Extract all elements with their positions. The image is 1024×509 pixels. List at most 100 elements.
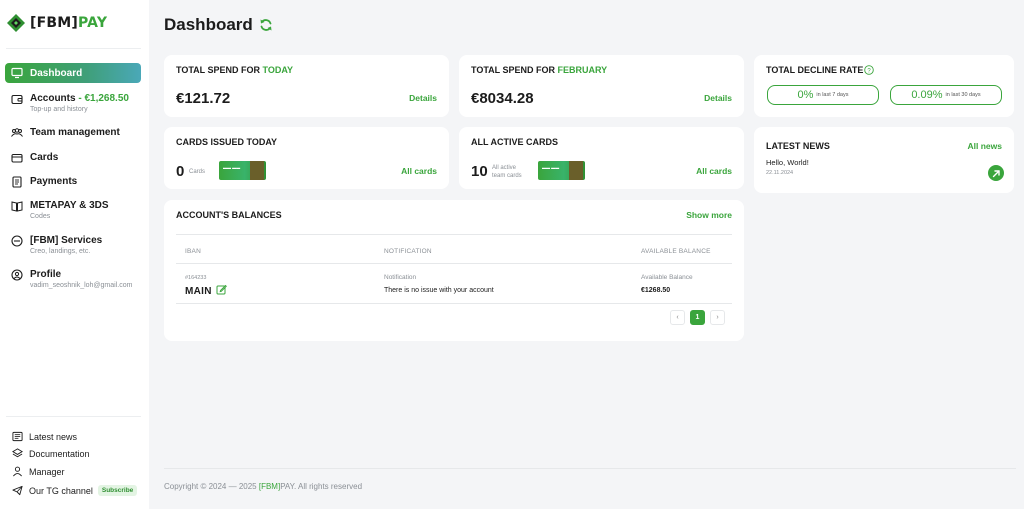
active-cards-count: 10 bbox=[471, 163, 488, 180]
page-title: Dashboard bbox=[164, 15, 253, 34]
spend-today-amount: €121.72 bbox=[176, 90, 231, 107]
spend-today-card: TOTAL SPEND FOR TODAY €121.72 Details bbox=[164, 55, 449, 117]
sidebar-link-documentation[interactable]: Documentation bbox=[12, 448, 90, 459]
sidebar-item-label: Cards bbox=[30, 152, 59, 163]
decline-rate-30d: 0.09% in last 30 days bbox=[890, 85, 1002, 105]
notification-label: Notification bbox=[384, 274, 417, 281]
subscribe-badge[interactable]: Subscribe bbox=[97, 485, 138, 496]
sidebar-item-profile[interactable]: Profile vadim_seoshnik_loh@gmail.com bbox=[5, 268, 141, 290]
pager-page-1[interactable]: 1 bbox=[690, 310, 705, 325]
sidebar-item-payments[interactable]: Payments bbox=[5, 175, 141, 188]
decline-rate-7d: 0% in last 7 days bbox=[767, 85, 879, 105]
show-more-link[interactable]: Show more bbox=[686, 210, 732, 220]
sidebar-link-manager[interactable]: Manager bbox=[12, 466, 65, 477]
layers-icon bbox=[12, 448, 23, 458]
book-icon bbox=[11, 201, 23, 212]
period-label: FEBRUARY bbox=[557, 65, 608, 75]
footer-divider bbox=[164, 468, 1016, 469]
monitor-icon bbox=[11, 67, 23, 79]
services-circle-icon bbox=[11, 235, 23, 247]
details-link[interactable]: Details bbox=[704, 93, 732, 103]
period-label: TODAY bbox=[262, 65, 294, 75]
available-balance: €1268.50 bbox=[641, 287, 671, 294]
open-news-button[interactable] bbox=[988, 165, 1004, 181]
sidebar-item-label: Profile bbox=[30, 269, 62, 280]
sidebar-item-accounts[interactable]: Accounts - €1,268.50 Top-up and history bbox=[5, 92, 141, 114]
sidebar-item-dashboard[interactable]: Dashboard bbox=[5, 63, 141, 83]
sidebar-item-sublabel: Codes bbox=[30, 213, 51, 220]
edit-icon[interactable] bbox=[216, 284, 227, 295]
card-title: ACCOUNT'S BALANCES bbox=[176, 210, 282, 220]
sidebar-item-team-management[interactable]: Team management bbox=[5, 126, 141, 139]
footer-copyright: Copyright © 2024 — 2025 [FBM]PAY. All ri… bbox=[164, 482, 363, 491]
refresh-icon[interactable] bbox=[259, 18, 273, 32]
all-news-link[interactable]: All news bbox=[968, 141, 1002, 151]
sidebar-link-latest-news[interactable]: Latest news bbox=[12, 431, 77, 442]
news-item-title[interactable]: Hello, World! bbox=[766, 158, 809, 167]
column-header-balance: AVAILABLE BALANCE bbox=[641, 248, 711, 255]
sidebar-item-fbm-services[interactable]: [FBM] Services Creo, landings, etc. bbox=[5, 234, 141, 256]
card-title: CARDS ISSUED TODAY bbox=[176, 137, 278, 147]
sidebar-link-tg-channel[interactable]: Our TG channel Subscribe bbox=[12, 485, 138, 496]
card-brand-mark: ▬▬ ▬▬ bbox=[542, 165, 560, 170]
sidebar-item-sublabel: Top-up and history bbox=[30, 106, 88, 113]
newspaper-icon bbox=[12, 431, 23, 442]
card-title: LATEST NEWS bbox=[766, 141, 830, 151]
decline-rate-title: TOTAL DECLINE RATE bbox=[766, 65, 864, 75]
iban-id: #164233 bbox=[185, 275, 207, 281]
balance-label: Available Balance bbox=[641, 274, 693, 281]
card-brand-mark: ▬▬ ▬▬ bbox=[223, 165, 241, 170]
card-thumbnail: ▬▬ ▬▬ bbox=[538, 161, 585, 180]
spend-month-card: TOTAL SPEND FOR FEBRUARY €8034.28 Detail… bbox=[459, 55, 744, 117]
table-divider bbox=[176, 234, 732, 235]
account-balances-card: ACCOUNT'S BALANCES Show more IBAN NOTIFI… bbox=[164, 200, 744, 341]
table-divider bbox=[176, 303, 732, 304]
sidebar-divider bbox=[6, 416, 141, 417]
column-header-iban: IBAN bbox=[185, 248, 201, 255]
pager-next-button[interactable]: › bbox=[710, 310, 725, 325]
table-divider bbox=[176, 263, 732, 264]
latest-news-card: LATEST NEWS All news Hello, World! 22.11… bbox=[754, 127, 1014, 193]
sidebar-item-label: Accounts bbox=[30, 93, 76, 104]
decline-rate-card: TOTAL DECLINE RATE ? 0% in last 7 days 0.… bbox=[754, 55, 1014, 117]
wallet-icon bbox=[11, 94, 23, 105]
details-link[interactable]: Details bbox=[409, 93, 437, 103]
brand-name: [FBM]PAY bbox=[30, 15, 108, 31]
card-thumbnail: ▬▬ ▬▬ bbox=[219, 161, 266, 180]
column-header-notification: NOTIFICATION bbox=[384, 248, 432, 255]
account-name: MAIN bbox=[185, 286, 212, 297]
cards-issued-count: 0 bbox=[176, 163, 185, 180]
sidebar-item-label: Payments bbox=[30, 176, 78, 187]
sidebar-item-label: Team management bbox=[30, 127, 120, 138]
sidebar-item-label: METAPAY & 3DS bbox=[30, 200, 109, 211]
news-item-date: 22.11.2024 bbox=[766, 170, 794, 176]
active-cards-sublabel: All active team cards bbox=[492, 165, 522, 179]
sidebar-item-sublabel: Creo, landings, etc. bbox=[30, 248, 91, 255]
sidebar-item-label: [FBM] Services bbox=[30, 235, 103, 246]
sidebar-item-cards[interactable]: Cards bbox=[5, 151, 141, 164]
cards-issued-sublabel: Cards bbox=[189, 169, 206, 175]
spend-month-amount: €8034.28 bbox=[471, 90, 534, 107]
sidebar-item-metapay[interactable]: METAPAY & 3DS Codes bbox=[5, 199, 141, 221]
notification-text: There is no issue with your account bbox=[384, 287, 494, 294]
team-icon bbox=[11, 128, 23, 137]
all-active-cards-card: ALL ACTIVE CARDS 10 All active team cards… bbox=[459, 127, 744, 189]
info-icon[interactable]: ? bbox=[864, 65, 874, 75]
receipt-icon bbox=[12, 176, 22, 188]
sidebar: [FBM]PAY Dashboard Accounts - €1,268.50 … bbox=[0, 0, 149, 509]
all-cards-link[interactable]: All cards bbox=[696, 166, 732, 176]
card-title: ALL ACTIVE CARDS bbox=[471, 137, 559, 147]
sidebar-item-label: Dashboard bbox=[30, 67, 83, 79]
accounts-balance: - €1,268.50 bbox=[75, 93, 129, 104]
pager-prev-button[interactable]: ‹ bbox=[670, 310, 685, 325]
person-icon bbox=[13, 466, 22, 477]
logo-diamond-icon bbox=[7, 14, 25, 32]
arrow-up-right-icon bbox=[992, 169, 1000, 177]
cards-issued-today-card: CARDS ISSUED TODAY 0 Cards ▬▬ ▬▬ All car… bbox=[164, 127, 449, 189]
user-circle-icon bbox=[11, 269, 23, 281]
telegram-send-icon bbox=[12, 485, 23, 496]
brand-logo[interactable]: [FBM]PAY bbox=[6, 13, 107, 33]
all-cards-link[interactable]: All cards bbox=[401, 166, 437, 176]
page-header: Dashboard bbox=[164, 15, 273, 35]
sidebar-divider bbox=[6, 48, 141, 49]
